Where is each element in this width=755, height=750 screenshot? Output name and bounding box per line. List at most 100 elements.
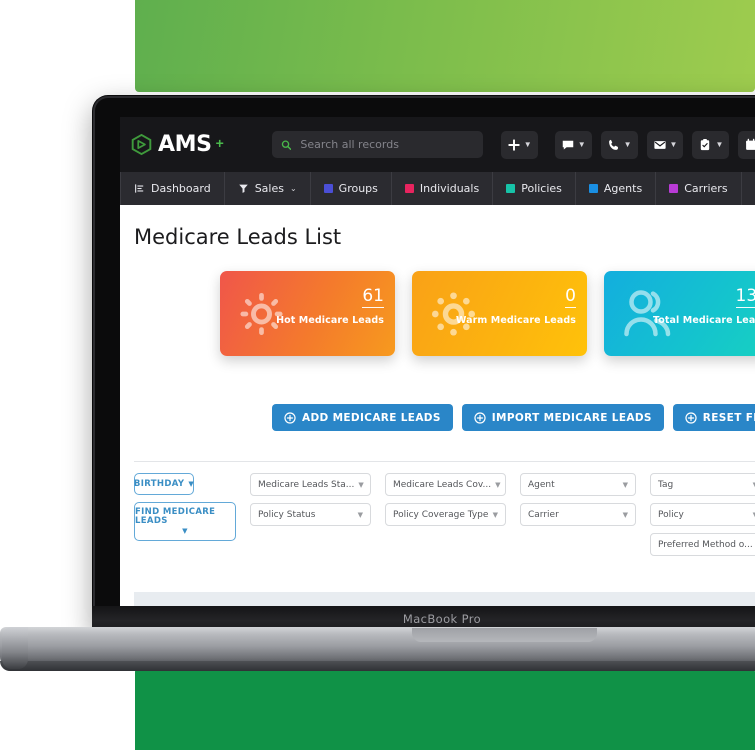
select-label: Policy Coverage Type [393,509,489,520]
select-label: Carrier [528,509,559,520]
pill-label: FIND MEDICARE LEADS [135,506,216,527]
macbook-pro-mockup: AMS + ▼ [0,95,755,671]
stat-cards: 61 Hot Medicare Leads 0 Warm Medicare Le… [120,249,755,356]
envelope-icon [653,140,666,149]
stat-card-hot[interactable]: 61 Hot Medicare Leads [220,271,395,356]
preferred-method-select[interactable]: Preferred Method o... ▼ [650,533,755,556]
caret-down-icon: ▼ [358,480,364,489]
caret-down-icon: ▼ [182,526,188,535]
filter-column-1: Medicare Leads Sta... ▼ Policy Status ▼ [250,473,371,556]
calendar-menu-button[interactable] [738,130,755,159]
select-label: Preferred Method o... [658,539,753,550]
nav-item-dashboard[interactable]: Dashboard [120,172,225,205]
app-logo[interactable]: AMS + [130,132,224,157]
tasks-menu-button[interactable]: ▼ [692,130,730,159]
chart-icon [135,184,144,193]
policy-status-select[interactable]: Policy Status ▼ [250,503,371,526]
chevron-down-icon: ⌄ [289,184,297,193]
search-icon [281,139,292,150]
select-label: Medicare Leads Cov... [393,479,492,490]
square-icon [506,184,516,193]
add-menu-button[interactable]: ▼ [500,130,538,159]
calls-menu-button[interactable]: ▼ [600,130,638,159]
birthday-filter-button[interactable]: BIRTHDAY ▼ [134,473,194,495]
reset-filters-button[interactable]: RESET FILTERS [672,404,755,431]
nav-item-policies[interactable]: Policies [493,172,576,205]
background-panel-top [135,0,755,92]
caret-down-icon: ▼ [357,510,363,519]
plus-icon [508,138,520,151]
square-icon [669,184,679,193]
agent-select[interactable]: Agent ▼ [520,473,636,496]
filter-bar: BIRTHDAY ▼ FIND MEDICARE LEADS ▼ Medicar… [120,462,755,556]
messages-menu-button[interactable]: ▼ [554,130,592,159]
find-medicare-leads-button[interactable]: FIND MEDICARE LEADS ▼ [134,502,236,541]
caret-down-icon: ▼ [492,510,498,519]
stat-card-meta: 0 Warm Medicare Leads [456,287,576,326]
stat-card-meta: 134 Total Medicare Leads [653,287,755,326]
chat-bubble-icon [562,140,573,150]
nav-label: Dashboard [151,182,211,195]
background-panel-bottom [135,668,755,750]
caret-down-icon: ▼ [622,510,628,519]
nav-item-individuals[interactable]: Individuals [392,172,494,205]
tag-select[interactable]: Tag ▼ [650,473,755,496]
stat-label: Total Medicare Leads [652,314,755,326]
laptop-base-lip [0,661,755,671]
page-title: Medicare Leads List [134,225,342,249]
nav-item-groups[interactable]: Groups [311,172,392,205]
caret-down-icon: ▼ [622,480,628,489]
search-input[interactable] [298,137,474,152]
nav-item-agents[interactable]: Agents [576,172,657,205]
email-menu-button[interactable]: ▼ [646,130,684,159]
button-label: IMPORT MEDICARE LEADS [491,411,652,424]
phone-icon [608,139,618,150]
medicare-leads-coverage-select[interactable]: Medicare Leads Cov... ▼ [385,473,506,496]
nav-label: Individuals [419,182,480,195]
square-icon [323,184,333,193]
select-label: Policy [658,509,684,520]
add-medicare-leads-button[interactable]: ADD MEDICARE LEADS [272,404,453,431]
nav-item-commission[interactable]: Commission [742,172,755,205]
select-label: Medicare Leads Sta... [258,479,355,490]
policy-coverage-type-select[interactable]: Policy Coverage Type ▼ [385,503,506,526]
stat-value: 134 [735,287,755,308]
logo-plus: + [215,135,224,151]
nav-item-sales[interactable]: Sales ⌄ [225,172,311,205]
carrier-select[interactable]: Carrier ▼ [520,503,636,526]
policy-select[interactable]: Policy ▼ [650,503,755,526]
filter-column-2: Medicare Leads Cov... ▼ Policy Coverage … [385,473,506,556]
stat-label: Warm Medicare Leads [455,314,576,326]
laptop-base-left-edge [2,627,28,669]
action-buttons: ADD MEDICARE LEADS IMPORT MEDICARE LEADS [120,356,755,431]
select-label: Tag [658,479,674,490]
calendar-icon [746,138,755,150]
global-search[interactable] [271,131,483,158]
select-label: Policy Status [258,509,316,520]
nav-label: Carriers [684,182,728,195]
stat-card-warm[interactable]: 0 Warm Medicare Leads [412,271,587,356]
square-icon [588,184,598,193]
medicare-leads-status-select[interactable]: Medicare Leads Sta... ▼ [250,473,371,496]
table-header-strip [134,592,755,606]
funnel-icon [238,184,248,193]
select-label: Agent [528,479,555,490]
page-content: Medicare Leads List 61 Hot Medicare Lead… [120,205,755,606]
pill-label: BIRTHDAY [133,479,185,489]
nav-item-carriers[interactable]: Carriers [656,172,742,205]
stat-card-total[interactable]: 134 Total Medicare Leads [604,271,755,356]
stat-label: Hot Medicare Leads [276,314,384,326]
stat-value: 61 [362,286,384,308]
laptop-lid: AMS + ▼ [92,95,755,632]
laptop-base-notch [412,628,597,642]
laptop-screen: AMS + ▼ [120,117,755,606]
hexagon-logo-icon [131,133,152,156]
caret-down-icon: ▼ [188,480,195,488]
nav-label: Sales [254,182,284,195]
scene: AMS + ▼ [0,0,755,750]
square-icon [404,184,414,193]
chevron-down-icon: ▼ [523,140,532,149]
import-medicare-leads-button[interactable]: IMPORT MEDICARE LEADS [461,404,664,431]
stat-value: 0 [565,286,576,308]
plus-circle-icon [474,411,486,424]
